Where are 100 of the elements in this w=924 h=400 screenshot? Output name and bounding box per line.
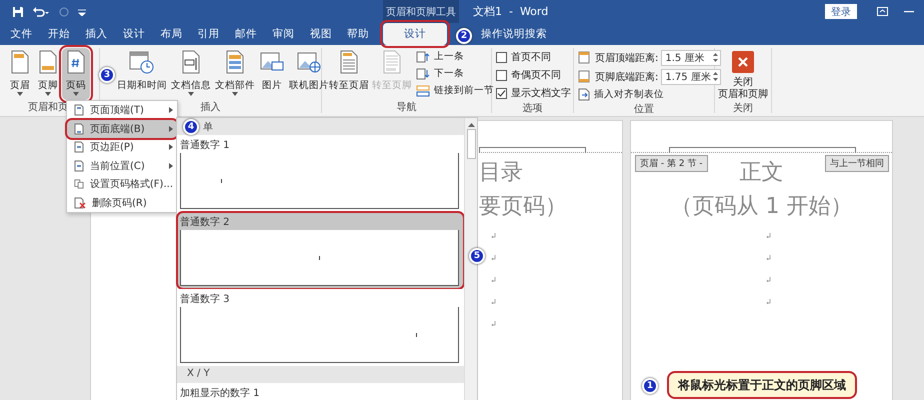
sign-in-button[interactable]: 登录: [825, 4, 857, 19]
ribbon-small-button[interactable]: 上一条: [416, 49, 494, 64]
context-tab-label: 页眉和页脚工具: [383, 0, 459, 23]
document-info-icon: [181, 50, 201, 74]
menu-item[interactable]: 删除页码(R): [67, 194, 177, 212]
paragraph-mark-icon: [491, 299, 496, 304]
submenu-arrow-icon: [169, 162, 173, 169]
delete-page-icon: [74, 196, 86, 209]
footer-margin-icon: [578, 70, 592, 83]
caret-icon: [73, 92, 79, 96]
header-margin-icon: [578, 51, 592, 64]
online-image-icon: [297, 50, 321, 74]
caret-icon: [45, 92, 51, 96]
ribbon-button[interactable]: 图片: [258, 48, 286, 100]
ribbon-small-button[interactable]: 链接到前一节: [416, 83, 494, 98]
save-icon[interactable]: [12, 6, 24, 18]
customize-caret-icon[interactable]: [78, 8, 86, 16]
page-text: （页码从 1 开始）: [670, 193, 852, 221]
ribbon-button[interactable]: 日期和时间: [116, 48, 168, 100]
spinner-arrows-icon[interactable]: [713, 71, 718, 82]
ribbon-tab[interactable]: 开始: [40, 23, 78, 45]
same-as-previous-tag: 与上一节相同: [825, 155, 889, 172]
ribbon-button[interactable]: 页眉: [6, 48, 34, 100]
ribbon-tab[interactable]: 引用: [190, 23, 228, 45]
scroll-up-icon[interactable]: [468, 122, 474, 127]
group-label: 插入: [200, 100, 220, 114]
checkbox-box[interactable]: [496, 88, 507, 98]
caret-icon: [188, 92, 194, 96]
ribbon-tab[interactable]: 文件: [3, 23, 40, 45]
ribbon-button[interactable]: 页脚: [34, 48, 62, 100]
page-text: 要页码）: [479, 193, 567, 221]
search-field[interactable]: 操作说明搜索: [480, 27, 547, 41]
submenu-arrow-icon: [169, 144, 173, 150]
page-icon: [74, 141, 84, 154]
paragraph-mark-icon: [491, 255, 496, 260]
page-text: 正文: [740, 159, 784, 187]
group-label: 选项: [522, 102, 542, 115]
ribbon-button[interactable]: 页码: [62, 48, 90, 100]
spinner-field[interactable]: 1.75 厘米: [661, 68, 722, 84]
paragraph-mark-icon: [491, 321, 496, 326]
ribbon-tab[interactable]: 插入: [78, 23, 116, 45]
spinner-field[interactable]: 1.5 厘米: [661, 50, 722, 66]
submenu-arrow-icon: [169, 107, 173, 114]
down-arrow-page-icon: [416, 68, 430, 80]
caret-icon: [17, 92, 23, 96]
ribbon-small-button[interactable]: 下一条: [416, 66, 494, 81]
page-icon: [74, 122, 84, 135]
ribbon-tab[interactable]: 邮件: [227, 23, 265, 45]
close-icon: [732, 51, 754, 73]
tab-stop-icon: [578, 88, 590, 101]
header-page-icon: [10, 50, 30, 74]
ribbon-tab[interactable]: 视图: [302, 23, 340, 45]
document-parts-icon: [225, 50, 245, 74]
spinner-arrows-icon[interactable]: [713, 52, 718, 63]
checkbox[interactable]: 首页不同: [496, 49, 571, 65]
checkbox-box[interactable]: [496, 52, 507, 62]
window-title: 文档1 - Word: [473, 4, 550, 19]
footer-page-icon: [38, 50, 58, 74]
link-icon: [416, 84, 430, 96]
group-label: 位置: [634, 102, 654, 116]
submenu-arrow-icon: [169, 126, 173, 132]
page-icon: [74, 104, 84, 116]
ribbon-tab[interactable]: 设计: [115, 23, 153, 45]
caret-icon: [232, 92, 238, 96]
page-text: 目录: [479, 159, 523, 187]
minimize-icon[interactable]: [904, 10, 914, 12]
ribbon-button[interactable]: 转至页眉: [328, 48, 370, 100]
header-section-tag: 页眉 - 第 2 节 -: [635, 155, 708, 172]
header-page-icon: [339, 50, 359, 74]
footer-page-icon: [382, 50, 402, 74]
paragraph-mark-icon: [766, 233, 771, 238]
checkbox[interactable]: 显示文档文字: [496, 85, 571, 101]
hash-page-icon: [66, 50, 86, 74]
ribbon-button[interactable]: 文档部件: [214, 48, 256, 100]
menu-item[interactable]: 页面底端(B): [67, 120, 177, 138]
menu-item[interactable]: 页边距(P): [67, 138, 177, 156]
ribbon-display-icon[interactable]: [877, 7, 888, 16]
ribbon-tab[interactable]: 设计: [382, 23, 447, 45]
menu-item[interactable]: 页面顶端(T): [67, 101, 177, 120]
paragraph-mark-icon: [766, 299, 771, 304]
field-label: 页眉顶端距离:: [595, 52, 658, 64]
ribbon-tab[interactable]: 审阅: [264, 23, 302, 45]
checkbox-box[interactable]: [496, 70, 507, 80]
menu-item[interactable]: 当前位置(C): [67, 156, 177, 175]
ribbon-tab[interactable]: 布局: [152, 23, 190, 45]
undo-icon[interactable]: [32, 6, 50, 18]
checkbox-label: 奇偶页不同: [511, 69, 561, 82]
gallery-section-header: X / Y: [177, 366, 464, 383]
ribbon-button[interactable]: 联机图片: [288, 48, 330, 100]
field-label: 页脚底端距离:: [595, 70, 658, 84]
calendar-clock-icon: [129, 50, 155, 74]
gallery-item[interactable]: 普通数字 2: [177, 212, 464, 289]
ribbon-tab[interactable]: 帮助: [340, 23, 377, 45]
checkbox-label: 首页不同: [511, 51, 551, 64]
scroll-thumb[interactable]: [466, 129, 476, 159]
checkbox[interactable]: 奇偶页不同: [496, 67, 571, 83]
group-label: 导航: [396, 100, 416, 114]
menu-item[interactable]: 设置页码格式(F)...: [67, 175, 177, 194]
callout-note: 将鼠标光标置于正文的页脚区域: [667, 371, 857, 399]
ribbon-button[interactable]: 文档信息: [170, 48, 212, 100]
